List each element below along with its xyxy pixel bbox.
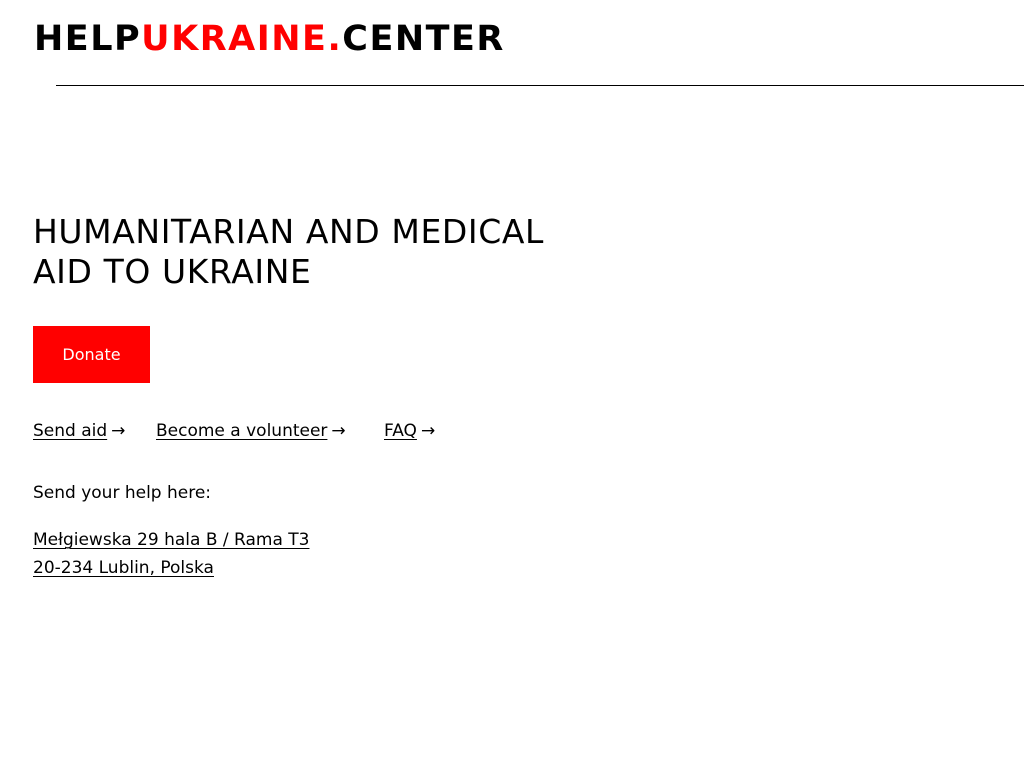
donate-button[interactable]: Donate xyxy=(33,326,150,383)
hero-headline-line1: HUMANITARIAN AND MEDICAL xyxy=(33,212,545,251)
send-aid-link[interactable]: Send aid → xyxy=(33,420,125,442)
logo-part-ukraine: UKRAINE. xyxy=(141,19,343,59)
arrow-right-icon: → xyxy=(331,421,346,441)
page: HELPUKRAINE.CENTER HUMANITARIAN AND MEDI… xyxy=(0,0,1024,768)
send-aid-label: Send aid xyxy=(33,421,108,441)
address-line1: Mełgiewska 29 hala B / Rama T3 xyxy=(33,530,310,550)
send-help-label: Send your help here: xyxy=(33,483,212,503)
hero-headline: HUMANITARIAN AND MEDICAL AID TO UKRAINE xyxy=(33,212,633,292)
logo-part-help: HELP xyxy=(34,19,142,59)
logo-part-center: CENTER xyxy=(342,19,505,59)
arrow-right-icon: → xyxy=(111,421,126,441)
hero-headline-line2: AID TO UKRAINE xyxy=(33,252,312,291)
become-volunteer-link[interactable]: Become a volunteer → xyxy=(156,420,346,442)
become-volunteer-label: Become a volunteer xyxy=(156,421,328,441)
site-logo[interactable]: HELPUKRAINE.CENTER xyxy=(34,18,505,60)
address-line2: 20-234 Lublin, Polska xyxy=(33,558,214,578)
faq-link[interactable]: FAQ → xyxy=(384,420,435,442)
faq-label: FAQ xyxy=(384,421,417,441)
arrow-right-icon: → xyxy=(420,421,436,441)
header-divider xyxy=(56,85,1024,86)
address-link[interactable]: Mełgiewska 29 hala B / Rama T3 20-234 Lu… xyxy=(33,526,309,582)
